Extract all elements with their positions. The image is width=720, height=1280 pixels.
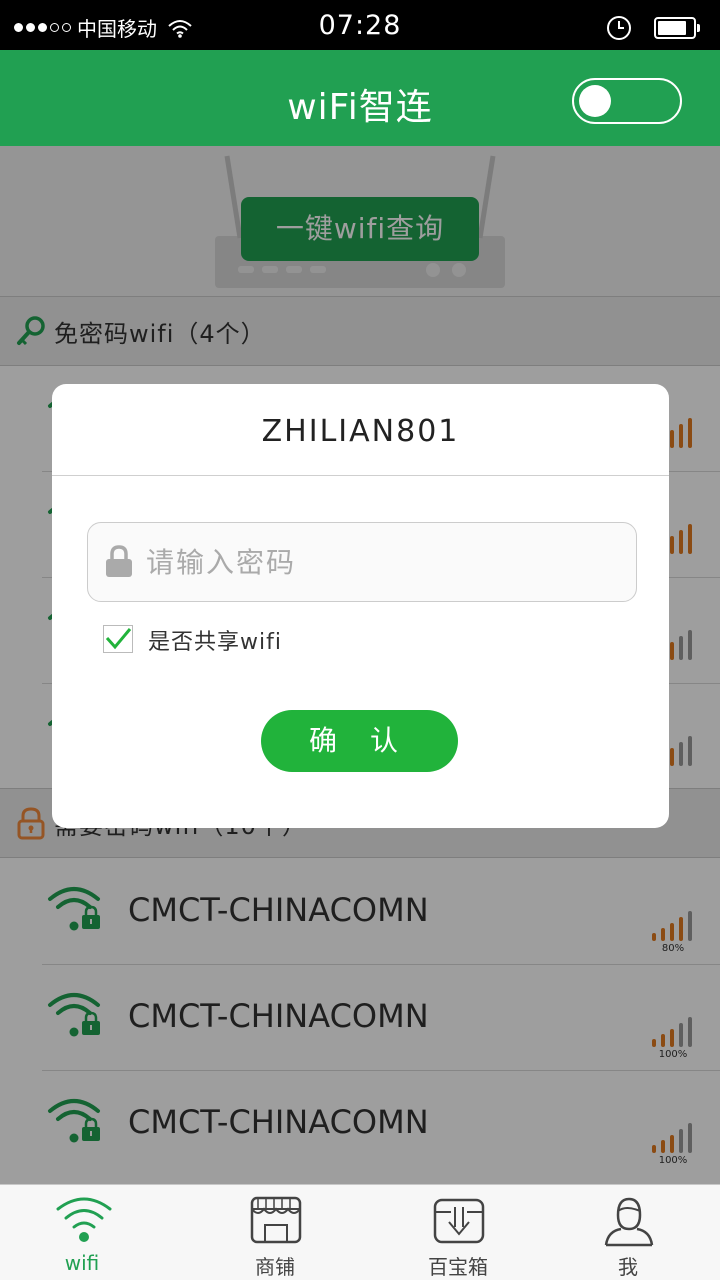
toolbox-icon — [433, 1198, 485, 1244]
share-wifi-checkbox[interactable] — [103, 625, 133, 653]
status-bar: 中国移动 07:28 — [0, 0, 720, 50]
battery-icon — [654, 17, 700, 39]
app-header: wiFi智连 — [0, 50, 720, 146]
tab-label: 百宝箱 — [428, 1255, 488, 1279]
password-field-container — [87, 522, 637, 602]
bottom-tab-bar: wifi 商铺 百宝箱 我 — [0, 1184, 720, 1280]
header-toggle-switch[interactable] — [572, 78, 682, 124]
toggle-knob — [579, 85, 611, 117]
wifi-icon — [56, 1197, 112, 1242]
dialog-divider — [52, 475, 669, 476]
tab-me[interactable]: 我 — [558, 1185, 698, 1280]
lock-icon — [106, 545, 132, 577]
shop-icon — [250, 1196, 302, 1244]
tab-wifi[interactable]: wifi — [12, 1185, 152, 1280]
user-icon — [604, 1197, 654, 1247]
tab-shop[interactable]: 商铺 — [205, 1185, 345, 1280]
password-dialog: ZHILIAN801 是否共享wifi 确 认 — [52, 384, 669, 828]
dialog-network-title: ZHILIAN801 — [261, 414, 460, 449]
tab-label: 商铺 — [255, 1255, 295, 1279]
alarm-icon — [607, 16, 631, 40]
tab-label: 我 — [618, 1255, 638, 1279]
share-wifi-label: 是否共享wifi — [148, 630, 282, 655]
confirm-button[interactable]: 确 认 — [261, 710, 458, 772]
checkmark-icon — [105, 628, 132, 650]
password-input[interactable] — [146, 533, 606, 591]
tab-label: wifi — [64, 1251, 100, 1275]
tab-toolbox[interactable]: 百宝箱 — [388, 1185, 528, 1280]
